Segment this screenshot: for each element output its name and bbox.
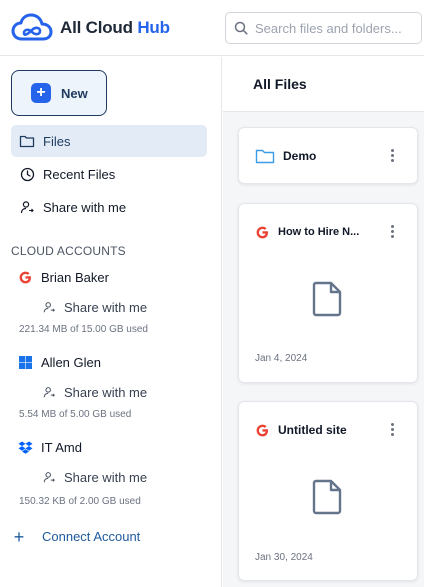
app-header: All Cloud Hub bbox=[0, 0, 424, 56]
shared-user-icon bbox=[43, 302, 55, 313]
sidebar-item-recent-files[interactable]: Recent Files bbox=[11, 158, 207, 190]
app-name: All Cloud Hub bbox=[60, 18, 170, 38]
page-title: All Files bbox=[253, 76, 307, 92]
account-name: Allen Glen bbox=[41, 355, 101, 370]
shared-user-icon bbox=[43, 387, 55, 398]
connect-account-label: Connect Account bbox=[42, 529, 141, 544]
dropbox-icon bbox=[18, 441, 33, 454]
file-date: Jan 30, 2024 bbox=[255, 552, 313, 563]
share-label: Share with me bbox=[64, 300, 148, 315]
share-label: Share with me bbox=[64, 385, 148, 400]
google-icon bbox=[19, 271, 31, 284]
file-date: Jan 4, 2024 bbox=[255, 353, 308, 364]
sidebar-item-label: Files bbox=[43, 133, 71, 149]
main-content: All Files Demo How to Hire N... Jan 4, 2… bbox=[223, 57, 424, 587]
plus-icon: + bbox=[13, 526, 25, 547]
account-name: IT Amd bbox=[41, 440, 82, 455]
new-button-label: New bbox=[61, 85, 88, 101]
new-button[interactable]: + New bbox=[11, 70, 107, 116]
account-it-amd[interactable]: IT Amd bbox=[18, 440, 82, 455]
more-options-icon[interactable] bbox=[385, 225, 399, 238]
document-icon bbox=[312, 479, 342, 515]
google-icon bbox=[256, 424, 268, 436]
folder-card-demo[interactable]: Demo bbox=[238, 127, 418, 184]
account-share-with-me[interactable]: Share with me bbox=[43, 300, 147, 315]
shared-user-icon bbox=[43, 472, 55, 483]
document-icon bbox=[312, 281, 342, 317]
file-card-how-to-hire[interactable]: How to Hire N... Jan 4, 2024 bbox=[238, 203, 418, 383]
card-title: Demo bbox=[283, 148, 317, 163]
account-allen-glen[interactable]: Allen Glen bbox=[18, 355, 101, 370]
sidebar-item-label: Recent Files bbox=[43, 166, 116, 182]
sidebar: + New Files Recent Files Share with me C… bbox=[0, 57, 222, 587]
sidebar-item-share-with-me[interactable]: Share with me bbox=[11, 191, 207, 223]
sidebar-item-label: Share with me bbox=[43, 199, 127, 215]
storage-usage: 221.34 MB of 15.00 GB used bbox=[19, 324, 148, 335]
google-icon bbox=[256, 226, 268, 238]
account-share-with-me[interactable]: Share with me bbox=[43, 470, 147, 485]
app-name-main: All Cloud bbox=[60, 18, 133, 37]
folder-icon bbox=[255, 149, 275, 163]
clock-icon bbox=[19, 166, 35, 182]
more-options-icon[interactable] bbox=[385, 423, 399, 436]
connect-account-button[interactable]: + Connect Account bbox=[12, 526, 141, 547]
card-title: How to Hire N... bbox=[278, 226, 360, 238]
cloud-accounts-heading: CLOUD ACCOUNTS bbox=[11, 244, 126, 258]
account-name: Brian Baker bbox=[41, 270, 109, 285]
card-header: How to Hire N... bbox=[255, 204, 359, 260]
main-header: All Files bbox=[223, 57, 424, 112]
folder-icon bbox=[19, 133, 35, 149]
storage-usage: 150.32 KB of 2.00 GB used bbox=[19, 496, 141, 507]
app-logo[interactable]: All Cloud Hub bbox=[10, 12, 170, 44]
share-label: Share with me bbox=[64, 470, 148, 485]
file-card-untitled-site[interactable]: Untitled site Jan 30, 2024 bbox=[238, 401, 418, 581]
search-input[interactable] bbox=[255, 20, 415, 36]
card-header: Untitled site bbox=[255, 402, 347, 458]
sidebar-item-files[interactable]: Files bbox=[11, 125, 207, 157]
windows-icon bbox=[19, 356, 32, 369]
card-header: Demo bbox=[255, 128, 316, 183]
account-share-with-me[interactable]: Share with me bbox=[43, 385, 147, 400]
storage-usage: 5.54 MB of 5.00 GB used bbox=[19, 409, 132, 420]
search-icon bbox=[234, 21, 248, 35]
cloud-logo-icon bbox=[11, 13, 53, 41]
plus-icon: + bbox=[31, 83, 51, 103]
shared-user-icon bbox=[19, 199, 35, 215]
more-options-icon[interactable] bbox=[385, 149, 399, 162]
search-box[interactable] bbox=[225, 12, 422, 44]
card-title: Untitled site bbox=[278, 423, 347, 437]
app-name-accent: Hub bbox=[137, 18, 170, 37]
account-brian-baker[interactable]: Brian Baker bbox=[18, 270, 109, 285]
